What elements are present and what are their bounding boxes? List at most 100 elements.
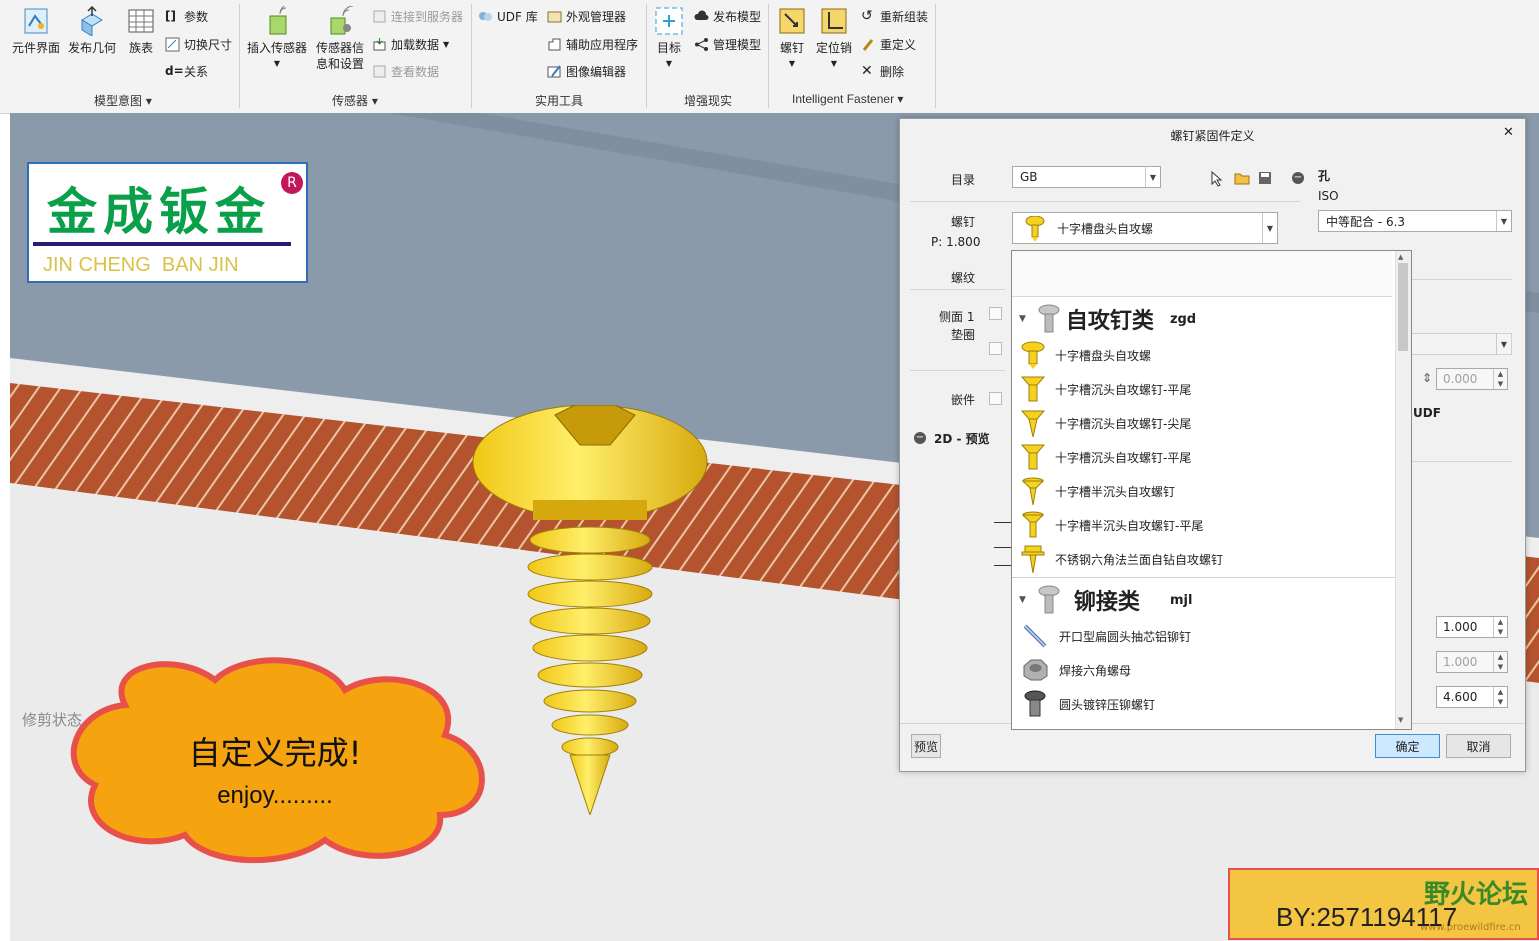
ar-target-label: 目标 xyxy=(656,41,681,55)
screw-select[interactable]: 十字槽盘头自攻螺 ▼ xyxy=(1012,212,1278,244)
component-interface-icon xyxy=(24,8,48,34)
component-interface-button[interactable]: 元件界面 xyxy=(10,6,62,56)
publish-geometry-icon xyxy=(81,6,103,36)
sensor-info-button[interactable]: 传感器信 息和设置 xyxy=(310,6,370,72)
washer-label: 垫圈 xyxy=(951,328,976,342)
relations-button[interactable]: d= 关系 xyxy=(165,63,208,80)
side1-checkbox[interactable] xyxy=(989,307,1002,320)
value-input-1[interactable]: 1.000 ▲ ▼ xyxy=(1436,616,1508,638)
list-item[interactable]: 十字槽沉头自攻螺钉-平尾 xyxy=(1012,374,1392,404)
list-item[interactable]: 焊接六角螺母 xyxy=(1012,655,1392,685)
dialog-titlebar: 螺钉紧固件定义 ✕ xyxy=(900,119,1525,149)
sensor-info-label-1: 传感器信 xyxy=(315,41,364,55)
item-label: 不锈钢六角法兰面自钻自攻螺钉 xyxy=(1055,552,1224,567)
close-icon[interactable]: ✕ xyxy=(1503,125,1514,140)
ribbon-divider xyxy=(471,4,472,108)
scrollbar-thumb[interactable] xyxy=(1398,263,1408,351)
parameters-label: 参数 xyxy=(184,10,209,24)
delete-label: 删除 xyxy=(880,65,905,79)
screw-button[interactable]: 螺钉 ▼ xyxy=(775,6,809,72)
list-item[interactable]: 圆头镀锌压铆螺钉 xyxy=(1012,689,1392,719)
group-fastener[interactable]: Intelligent Fastener ▾ xyxy=(792,92,903,106)
cancel-button[interactable]: 取消 xyxy=(1446,734,1511,758)
group-code: mjl xyxy=(1169,592,1193,608)
item-label: 十字槽盘头自攻螺 xyxy=(1055,348,1152,363)
depth-input[interactable]: 0.000 ▲ ▼ xyxy=(1436,368,1508,390)
list-item[interactable]: 十字槽盘头自攻螺 xyxy=(1012,340,1392,370)
screw-value: 十字槽盘头自攻螺 xyxy=(1057,221,1154,236)
appearance-manager-button[interactable]: 外观管理器 xyxy=(547,8,626,25)
depth-value: 0.000 xyxy=(1443,372,1478,386)
fit-select[interactable]: 中等配合 - 6.3 ▼ xyxy=(1318,210,1512,232)
open-folder-icon[interactable] xyxy=(1234,171,1250,185)
raised-countersunk-screw-icon xyxy=(1021,477,1045,505)
appearance-manager-icon xyxy=(547,11,562,23)
scroll-up-icon[interactable]: ▲ xyxy=(1398,253,1403,261)
collapse-hole-icon[interactable]: − xyxy=(1292,172,1304,184)
list-item[interactable]: 不锈钢六角法兰面自钻自攻螺钉 xyxy=(1012,544,1392,574)
collapse-preview-icon[interactable]: − xyxy=(914,432,926,444)
preview-button[interactable]: 预览 xyxy=(911,734,941,758)
manage-model-label: 管理模型 xyxy=(713,38,762,52)
catalog-select[interactable]: GB ▼ xyxy=(1012,166,1161,188)
udf-library-button[interactable]: UDF 库 xyxy=(478,8,538,25)
washer-checkbox[interactable] xyxy=(989,342,1002,355)
insert-sensor-button[interactable]: 插入传感器 ▼ xyxy=(246,6,308,72)
list-item[interactable]: 十字槽沉头自攻螺钉-尖尾 xyxy=(1012,408,1392,438)
family-table-button[interactable]: 族表 xyxy=(122,6,160,56)
chevron-down-icon: ▼ xyxy=(1262,213,1277,243)
group-model-intent-label: 模型意图 xyxy=(94,94,143,108)
group-model-intent[interactable]: 模型意图 ▾ xyxy=(94,92,152,109)
list-item[interactable]: 十字槽半沉头自攻螺钉-平尾 xyxy=(1012,510,1392,540)
dimension-line xyxy=(994,565,1012,566)
bubble-text-line2: enjoy......... xyxy=(217,782,333,809)
server-icon xyxy=(373,10,386,23)
raised-countersunk-screw-icon xyxy=(1021,511,1045,538)
insert-sensor-label: 插入传感器 xyxy=(246,41,307,55)
publish-model-button[interactable]: 发布模型 xyxy=(694,8,761,25)
divider xyxy=(910,201,1300,202)
scroll-down-icon[interactable]: ▼ xyxy=(1398,716,1403,724)
switch-dimensions-button[interactable]: 切换尺寸 xyxy=(165,36,232,53)
value-2: 1.000 xyxy=(1443,655,1478,669)
save-icon[interactable] xyxy=(1258,171,1272,185)
list-item[interactable]: 十字槽沉头自攻螺钉-平尾 xyxy=(1012,442,1392,472)
dowel-button[interactable]: 定位销 ▼ xyxy=(813,6,855,72)
dropdown-scrollbar[interactable]: ▲ ▼ xyxy=(1395,251,1411,729)
chevron-down-icon: ▼ xyxy=(1019,314,1026,324)
chevron-down-icon: ▼ xyxy=(1145,167,1160,187)
insert-checkbox[interactable] xyxy=(989,392,1002,405)
group-ar-label: 增强现实 xyxy=(684,94,733,108)
connect-server-button[interactable]: 连接到服务器 xyxy=(372,8,463,25)
reassemble-button[interactable]: ↺ 重新组装 xyxy=(861,8,928,25)
list-item[interactable]: 开口型扁圆头抽芯铝铆钉 xyxy=(1012,621,1392,651)
manage-model-button[interactable]: 管理模型 xyxy=(694,36,761,53)
view-data-button[interactable]: 查看数据 xyxy=(372,63,439,80)
delete-button[interactable]: ✕ 删除 xyxy=(861,63,904,80)
screw-label: 螺钉 xyxy=(779,41,804,55)
parameters-button[interactable]: [] 参数 xyxy=(165,8,208,25)
ok-button[interactable]: 确定 xyxy=(1375,734,1440,758)
depth-icon: ⇕ xyxy=(1422,371,1433,385)
publish-geometry-button[interactable]: 发布几何 xyxy=(64,6,120,56)
list-item[interactable]: 十字槽半沉头自攻螺钉 xyxy=(1012,476,1392,506)
screw-type-dropdown[interactable]: ▲ ▼ ▼ 自攻钉类 zgd 十字槽盘头自攻螺 十字槽沉头自攻螺钉-平尾 十字槽… xyxy=(1011,250,1412,730)
ar-target-button[interactable]: 目标 ▼ xyxy=(650,6,688,72)
image-editor-label: 图像编辑器 xyxy=(566,65,627,79)
group-header-self-tapping[interactable]: ▼ 自攻钉类 zgd xyxy=(1012,301,1392,337)
udf-label: UDF xyxy=(1413,406,1441,420)
group-sensors[interactable]: 传感器 ▾ xyxy=(332,92,378,109)
load-data-button[interactable]: 加载数据 ▼ xyxy=(372,36,449,53)
disabled-select[interactable]: ▼ xyxy=(1410,333,1512,355)
auxiliary-apps-button[interactable]: 辅助应用程序 xyxy=(547,36,638,53)
switch-dimensions-icon xyxy=(165,37,180,52)
ribbon-divider xyxy=(768,4,769,108)
image-editor-button[interactable]: 图像编辑器 xyxy=(547,63,626,80)
group-header-riveting[interactable]: ▼ 铆接类 mjl xyxy=(1012,582,1392,618)
value-input-2[interactable]: 1.000 ▲ ▼ xyxy=(1436,651,1508,673)
select-cursor-icon[interactable] xyxy=(1210,171,1224,187)
component-interface-label: 元件界面 xyxy=(11,41,60,55)
redefine-button[interactable]: 重定义 xyxy=(861,36,916,53)
value-input-3[interactable]: 4.600 ▲ ▼ xyxy=(1436,686,1508,708)
group-utilities: 实用工具 xyxy=(535,92,583,109)
